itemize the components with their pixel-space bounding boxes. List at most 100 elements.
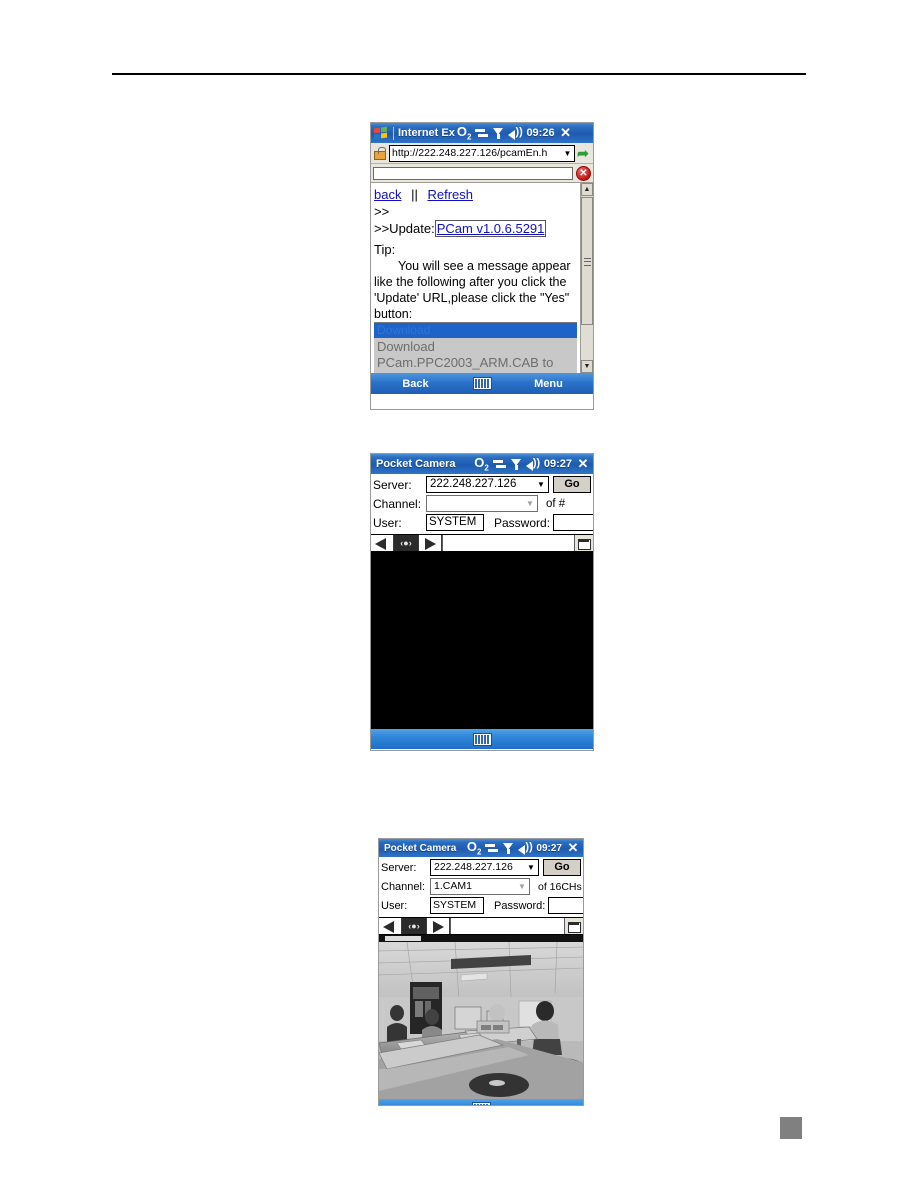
- download-dialog: Download Download PCam.PPC2003_ARM.CAB t…: [374, 322, 577, 373]
- pcam-live-title-bar: Pocket Camera O2 09:27 ✕: [379, 839, 583, 857]
- nav-address-input[interactable]: [442, 535, 574, 551]
- credentials-row: User: SYSTEM Password:: [373, 514, 593, 531]
- link-pcam-download[interactable]: PCam v1.0.6.5291: [434, 220, 547, 237]
- softkey-menu-button[interactable]: Menu: [504, 378, 593, 390]
- server-label: Server:: [373, 477, 412, 492]
- credentials-row: User: SYSTEM Password:: [381, 897, 583, 914]
- close-icon[interactable]: ✕: [565, 840, 581, 856]
- server-combobox[interactable]: 222.248.227.126 ▼: [426, 476, 549, 493]
- nav-address-input[interactable]: [450, 918, 564, 934]
- server-value[interactable]: 222.248.227.126: [427, 477, 534, 492]
- scroll-up-arrow-icon[interactable]: ▲: [581, 183, 593, 196]
- update-line: >>Update: PCam v1.0.6.5291: [374, 220, 578, 237]
- ie-address-bar: http://222.248.227.126/pcamEn.h ▼ ➦: [371, 143, 593, 164]
- channel-row: Channel: ▼ of #: [373, 495, 591, 512]
- nav-links-row: back || Refresh: [374, 186, 578, 203]
- titlebar-divider: [393, 126, 394, 140]
- speaker-volume-icon[interactable]: [525, 457, 541, 471]
- speaker-volume-icon[interactable]: [518, 841, 533, 855]
- channel-row: Channel: 1.CAM1 ▼ of 16CHs: [381, 878, 582, 895]
- screenshot-pocket-camera-live: Pocket Camera O2 09:27 ✕ Server: 222.248…: [378, 838, 584, 1106]
- url-input[interactable]: http://222.248.227.126/pcamEn.h: [390, 146, 561, 161]
- padlock-icon: [373, 146, 387, 160]
- arrow-line: >>: [374, 204, 390, 219]
- server-label: Server:: [381, 861, 417, 874]
- user-input[interactable]: SYSTEM: [426, 514, 484, 531]
- go-arrow-icon[interactable]: ➦: [575, 145, 591, 161]
- header-rule: [112, 73, 806, 75]
- stop-loading-button[interactable]: ✕: [576, 165, 591, 181]
- video-view-live[interactable]: [379, 935, 583, 1099]
- video-view-no-signal[interactable]: [371, 552, 593, 729]
- previous-channel-arrow-icon[interactable]: [371, 535, 394, 551]
- softkey-back-button[interactable]: Back: [371, 378, 460, 390]
- vertical-scrollbar[interactable]: ▲ ▼: [580, 183, 593, 373]
- clock-time[interactable]: 09:26: [526, 127, 554, 139]
- windows-start-flag-icon[interactable]: [373, 126, 389, 141]
- pcam-nav-strip: ‹●›: [371, 534, 593, 552]
- channel-label: Channel:: [373, 496, 422, 511]
- scrollbar-thumb[interactable]: [581, 197, 593, 325]
- signal-strength-icon[interactable]: [510, 458, 522, 471]
- speaker-volume-icon[interactable]: [508, 126, 523, 140]
- channel-label: Channel:: [381, 880, 426, 893]
- go-button[interactable]: Go: [553, 476, 591, 493]
- next-channel-arrow-icon[interactable]: [419, 535, 442, 551]
- page-number-marker: [780, 1117, 802, 1139]
- password-input[interactable]: [553, 514, 593, 531]
- chevron-down-icon[interactable]: ▼: [534, 477, 548, 492]
- link-separator: ||: [411, 187, 418, 202]
- update-prefix: >>Update:: [374, 221, 435, 236]
- signal-strength-icon[interactable]: [503, 842, 514, 855]
- channel-combobox[interactable]: ▼: [426, 495, 538, 512]
- ie-progress-row: ✕: [371, 164, 593, 183]
- keyboard-icon[interactable]: [471, 1101, 491, 1105]
- network-connection-icon[interactable]: [492, 458, 507, 470]
- channel-value[interactable]: 1.CAM1: [431, 879, 515, 894]
- maximize-window-icon[interactable]: [564, 918, 583, 934]
- user-input[interactable]: SYSTEM: [430, 897, 484, 914]
- previous-channel-arrow-icon[interactable]: [379, 918, 402, 934]
- chevron-down-icon[interactable]: ▼: [524, 860, 538, 875]
- maximize-window-icon[interactable]: [574, 535, 593, 551]
- clock-time[interactable]: 09:27: [544, 458, 572, 470]
- network-connection-icon[interactable]: [475, 127, 489, 139]
- keyboard-icon[interactable]: [460, 377, 504, 390]
- link-refresh[interactable]: Refresh: [427, 187, 473, 202]
- pcam-live-nav-strip: ‹●›: [379, 917, 583, 935]
- close-icon[interactable]: ✕: [575, 456, 591, 472]
- o2-logo-icon: O2: [474, 454, 489, 473]
- keyboard-icon[interactable]: [472, 732, 492, 746]
- pcam-title-bar: Pocket Camera O2 09:27 ✕: [371, 454, 593, 474]
- play-toggle-button[interactable]: ‹●›: [402, 918, 427, 934]
- download-dialog-title: Download: [374, 323, 577, 338]
- password-label: Password:: [494, 899, 546, 912]
- play-toggle-button[interactable]: ‹●›: [394, 535, 419, 551]
- go-button[interactable]: Go: [543, 859, 581, 876]
- channel-combobox[interactable]: 1.CAM1 ▼: [430, 878, 530, 895]
- ie-title-bar: Internet Ex O2 09:26 ✕: [371, 123, 593, 143]
- chevron-down-icon[interactable]: ▼: [523, 496, 537, 511]
- pcam-connection-form: Server: 222.248.227.126 ▼ Go Channel: ▼ …: [371, 474, 593, 534]
- chevron-down-icon[interactable]: ▼: [561, 146, 574, 161]
- url-combobox[interactable]: http://222.248.227.126/pcamEn.h ▼: [389, 144, 575, 162]
- pcam-bottom-bar: [371, 729, 593, 749]
- tip-label: Tip:: [374, 242, 396, 257]
- server-combobox[interactable]: 222.248.227.126 ▼: [430, 859, 539, 876]
- close-icon[interactable]: ✕: [558, 125, 574, 141]
- link-back[interactable]: back: [374, 187, 401, 202]
- screenshot-internet-explorer: Internet Ex O2 09:26 ✕ http://222.248.22…: [370, 122, 594, 410]
- o2-logo-icon: O2: [456, 123, 472, 142]
- network-connection-icon[interactable]: [485, 842, 499, 854]
- server-value[interactable]: 222.248.227.126: [431, 860, 524, 875]
- download-dialog-body: Download PCam.PPC2003_ARM.CAB to the: [374, 338, 577, 373]
- scroll-down-arrow-icon[interactable]: ▼: [581, 360, 593, 373]
- ie-softkey-bar: Back Menu: [371, 373, 593, 394]
- next-channel-arrow-icon[interactable]: [427, 918, 450, 934]
- signal-strength-icon[interactable]: [493, 127, 504, 140]
- clock-time[interactable]: 09:27: [536, 843, 562, 854]
- password-input[interactable]: [548, 897, 583, 914]
- pcam-live-window-title: Pocket Camera: [384, 842, 457, 854]
- user-label: User:: [373, 515, 402, 530]
- chevron-down-icon[interactable]: ▼: [515, 879, 529, 894]
